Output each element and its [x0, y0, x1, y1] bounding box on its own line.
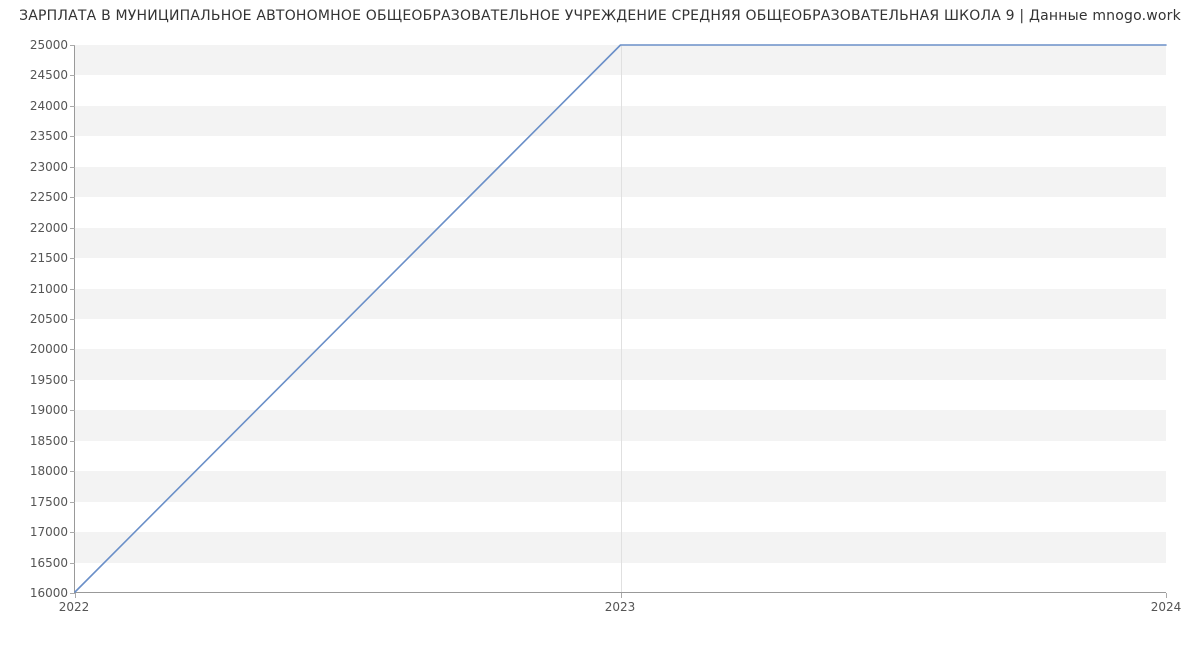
x-tick-mark	[1166, 593, 1167, 598]
y-tick-label: 22000	[8, 221, 68, 235]
y-tick-label: 19000	[8, 403, 68, 417]
x-tick-label: 2023	[605, 600, 636, 614]
y-tick-label: 23500	[8, 129, 68, 143]
y-tick-label: 17000	[8, 525, 68, 539]
y-tick-label: 21000	[8, 282, 68, 296]
x-tick-mark	[621, 593, 622, 598]
y-tick-label: 22500	[8, 190, 68, 204]
plot-area	[74, 45, 1166, 593]
y-tick-label: 17500	[8, 495, 68, 509]
y-tick-label: 24500	[8, 68, 68, 82]
y-tick-label: 25000	[8, 38, 68, 52]
line-series	[75, 45, 1166, 592]
x-tick-label: 2024	[1151, 600, 1182, 614]
y-tick-label: 18000	[8, 464, 68, 478]
y-tick-label: 16000	[8, 586, 68, 600]
y-tick-label: 23000	[8, 160, 68, 174]
series-path	[75, 45, 1166, 592]
x-tick-label: 2022	[59, 600, 90, 614]
chart-container: ЗАРПЛАТА В МУНИЦИПАЛЬНОЕ АВТОНОМНОЕ ОБЩЕ…	[0, 0, 1200, 650]
y-tick-label: 16500	[8, 556, 68, 570]
y-tick-label: 20500	[8, 312, 68, 326]
y-tick-label: 20000	[8, 342, 68, 356]
y-tick-label: 19500	[8, 373, 68, 387]
chart-title: ЗАРПЛАТА В МУНИЦИПАЛЬНОЕ АВТОНОМНОЕ ОБЩЕ…	[0, 8, 1200, 24]
x-tick-mark	[75, 593, 76, 598]
y-tick-label: 24000	[8, 99, 68, 113]
y-tick-label: 21500	[8, 251, 68, 265]
y-tick-label: 18500	[8, 434, 68, 448]
